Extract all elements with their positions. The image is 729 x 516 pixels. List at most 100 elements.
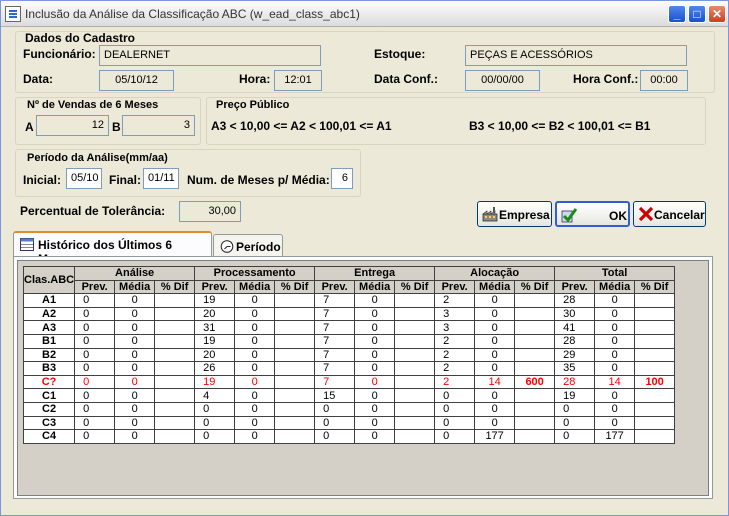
table-cell: 0 bbox=[474, 388, 516, 403]
table-cell: 0 bbox=[314, 429, 356, 444]
table-cell: 0 bbox=[114, 361, 156, 376]
table-cell bbox=[394, 374, 436, 390]
table-cell bbox=[154, 361, 196, 376]
table-cell: 0 bbox=[594, 347, 636, 363]
table-row[interactable]: A3 0 0 31 0 7 0 3 0 41 0 bbox=[22, 320, 676, 335]
data-field[interactable]: 05/10/12 bbox=[99, 70, 174, 91]
table-cell: 7 bbox=[314, 293, 356, 308]
cadastro-group-title: Dados do Cadastro bbox=[25, 31, 136, 45]
table-row[interactable]: B1 0 0 19 0 7 0 2 0 28 0 bbox=[22, 333, 676, 349]
table-row[interactable]: B2 0 0 20 0 7 0 2 0 29 0 bbox=[22, 347, 676, 363]
table-cell: 19 bbox=[194, 333, 236, 349]
table-cell: 0 bbox=[114, 293, 156, 308]
meses-field[interactable]: 6 bbox=[331, 168, 353, 189]
table-cell: 0 bbox=[354, 429, 396, 444]
table-cell: 0 bbox=[234, 306, 276, 322]
row-class-label: A3 bbox=[22, 320, 76, 335]
table-cell bbox=[394, 293, 436, 308]
table-cell: 2 bbox=[434, 347, 476, 363]
maximize-button[interactable]: □ bbox=[688, 5, 706, 23]
cancelar-button[interactable]: Cancelar bbox=[633, 201, 706, 227]
hora-field[interactable]: 12:01 bbox=[274, 70, 322, 91]
inicial-field[interactable]: 05/10 bbox=[66, 168, 102, 189]
table-cell: 0 bbox=[234, 347, 276, 363]
sub-header-prev: Prev. bbox=[434, 279, 476, 295]
vendas-a-label: A bbox=[25, 120, 34, 134]
table-cell: 7 bbox=[314, 361, 356, 376]
hora-conf-label: Hora Conf.: bbox=[573, 72, 639, 86]
table-cell: 0 bbox=[74, 333, 116, 349]
table-cell: 0 bbox=[354, 320, 396, 335]
minimize-button[interactable]: _ bbox=[668, 5, 686, 23]
table-cell: 0 bbox=[434, 429, 476, 444]
cancelar-button-label: Cancelar bbox=[654, 208, 705, 222]
table-cell: 7 bbox=[314, 320, 356, 335]
hora-label: Hora: bbox=[239, 72, 271, 86]
table-cell: 0 bbox=[594, 306, 636, 322]
table-row[interactable]: C1 0 0 4 0 15 0 0 0 19 0 bbox=[22, 388, 676, 403]
table-cell bbox=[514, 401, 556, 417]
table-cell: 2 bbox=[434, 374, 476, 390]
table-cell bbox=[634, 293, 676, 308]
table-cell: 0 bbox=[474, 293, 516, 308]
table-row[interactable]: C4 0 0 0 0 0 0 0 177 0 177 bbox=[22, 429, 676, 444]
group-header-total: Total bbox=[554, 266, 676, 281]
final-label: Final: bbox=[109, 173, 141, 187]
table-cell: 0 bbox=[434, 415, 476, 431]
preco-rule-a: A3 < 10,00 <= A2 < 100,01 <= A1 bbox=[211, 119, 392, 133]
hora-conf-field[interactable]: 00:00 bbox=[640, 70, 688, 91]
table-cell bbox=[274, 293, 316, 308]
table-row[interactable]: A1 0 0 19 0 7 0 2 0 28 0 bbox=[22, 293, 676, 308]
table-cell: 0 bbox=[434, 401, 476, 417]
table-cell bbox=[634, 361, 676, 376]
vendas-b-field[interactable]: 3 bbox=[122, 115, 195, 136]
table-cell bbox=[274, 374, 316, 390]
table-row[interactable]: C2 0 0 0 0 0 0 0 0 0 0 bbox=[22, 401, 676, 417]
empresa-button[interactable]: Empresa bbox=[477, 201, 552, 227]
table-cell: 28 bbox=[554, 293, 596, 308]
close-button[interactable]: ✕ bbox=[708, 5, 726, 23]
table-cell: 0 bbox=[354, 306, 396, 322]
table-row[interactable]: B3 0 0 26 0 7 0 2 0 35 0 bbox=[22, 361, 676, 376]
vendas-group-title: Nº de Vendas de 6 Meses bbox=[27, 99, 159, 111]
funcionario-field[interactable]: DEALERNET bbox=[99, 45, 321, 66]
table-row[interactable]: C3 0 0 0 0 0 0 0 0 0 0 bbox=[22, 415, 676, 431]
table-row[interactable]: A2 0 0 20 0 7 0 3 0 30 0 bbox=[22, 306, 676, 322]
table-cell: 41 bbox=[554, 320, 596, 335]
vendas-b-label: B bbox=[112, 120, 121, 134]
data-conf-field[interactable]: 00/00/00 bbox=[465, 70, 540, 91]
tab-historico[interactable]: Histórico dos Últimos 6 Meses bbox=[13, 231, 212, 266]
ok-button[interactable]: OK bbox=[555, 201, 630, 227]
table-cell: 0 bbox=[554, 415, 596, 431]
title-bar[interactable]: Inclusão da Análise da Classificação ABC… bbox=[1, 1, 728, 27]
table-cell: 4 bbox=[194, 388, 236, 403]
window-title: Inclusão da Análise da Classificação ABC… bbox=[25, 7, 360, 21]
ok-button-label: OK bbox=[609, 209, 627, 223]
tolerancia-field[interactable]: 30,00 bbox=[179, 201, 241, 222]
table-cell: 0 bbox=[234, 415, 276, 431]
table-cell: 2 bbox=[434, 361, 476, 376]
table-cell bbox=[274, 347, 316, 363]
table-cell: 0 bbox=[74, 347, 116, 363]
tab-periodo-label: Período bbox=[236, 240, 281, 254]
table-cell bbox=[274, 415, 316, 431]
grid-container[interactable]: Clas.ABC Análise Processamento Entrega A… bbox=[17, 260, 709, 496]
table-row[interactable]: C? 0 0 19 0 7 0 2 14 600 28 14 100 bbox=[22, 374, 676, 390]
table-cell bbox=[634, 388, 676, 403]
table-cell: 2 bbox=[434, 333, 476, 349]
table-cell: 0 bbox=[74, 374, 116, 390]
row-class-label: C3 bbox=[22, 415, 76, 431]
table-cell bbox=[394, 401, 436, 417]
estoque-field[interactable]: PEÇAS E ACESSÓRIOS bbox=[465, 45, 687, 66]
final-field[interactable]: 01/11 bbox=[143, 168, 179, 189]
tab-periodo[interactable]: Período bbox=[213, 234, 283, 258]
preco-group-title: Preço Público bbox=[216, 99, 290, 111]
group-header-entrega: Entrega bbox=[314, 266, 436, 281]
group-header-alocacao: Alocação bbox=[434, 266, 556, 281]
row-class-label: C4 bbox=[22, 429, 76, 444]
table-cell: 15 bbox=[314, 388, 356, 403]
table-cell bbox=[154, 306, 196, 322]
table-cell: 100 bbox=[634, 374, 676, 390]
table-cell: 0 bbox=[234, 429, 276, 444]
vendas-a-field[interactable]: 12 bbox=[36, 115, 109, 136]
